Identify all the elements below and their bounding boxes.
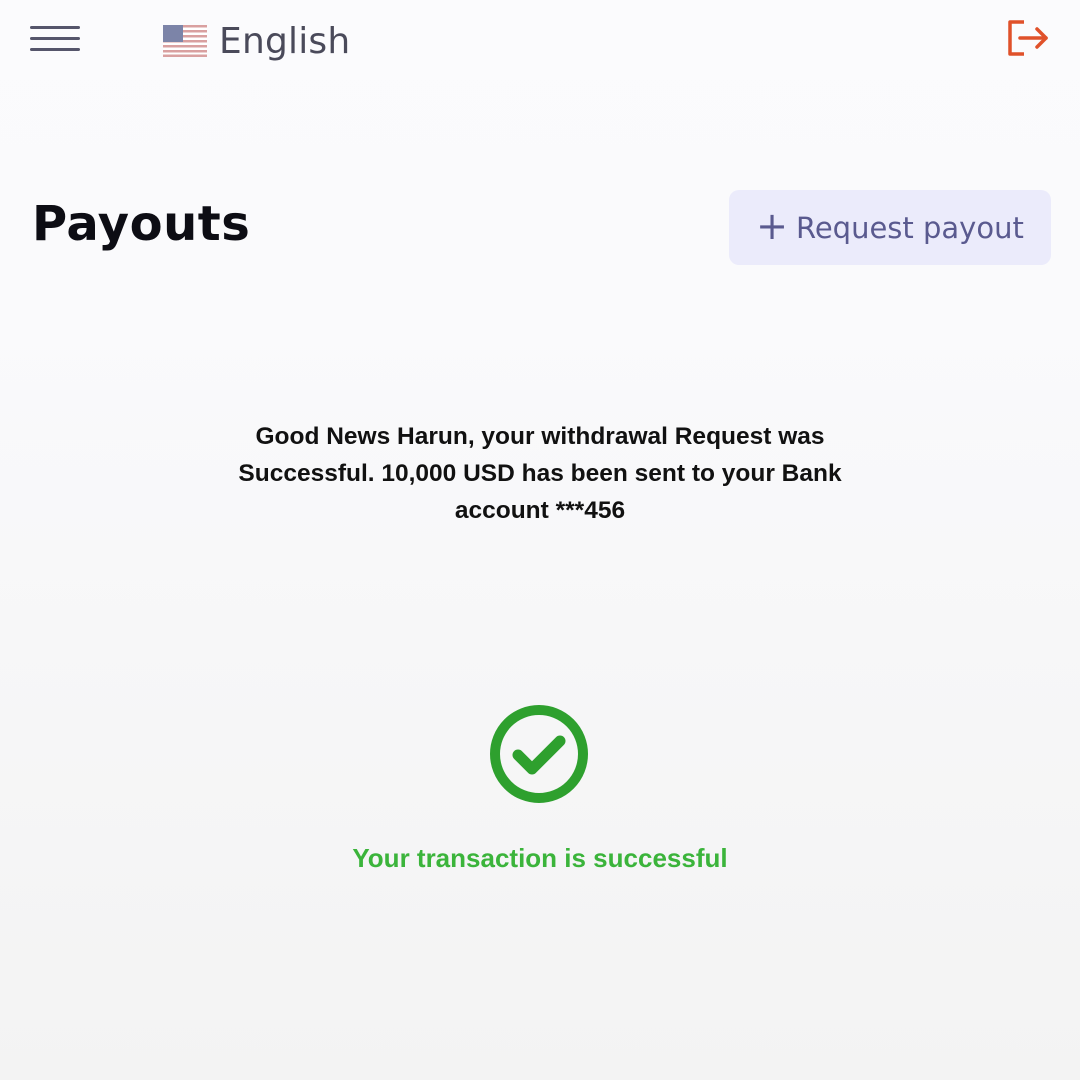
us-flag-icon bbox=[163, 25, 207, 57]
request-payout-label: Request payout bbox=[795, 210, 1024, 245]
language-label: English bbox=[219, 20, 351, 62]
menu-icon-bar bbox=[30, 26, 80, 29]
logout-icon bbox=[1008, 20, 1048, 56]
plus-icon: + bbox=[756, 203, 788, 248]
withdrawal-message: Good News Harun, your withdrawal Request… bbox=[238, 423, 842, 524]
page-title: Payouts bbox=[32, 196, 251, 252]
logout-button[interactable] bbox=[1004, 18, 1052, 58]
menu-button[interactable] bbox=[30, 24, 80, 54]
request-payout-button[interactable]: + Request payout bbox=[729, 190, 1051, 265]
transaction-status-text: Your transaction is successful bbox=[352, 843, 728, 873]
language-selector[interactable]: English bbox=[163, 18, 350, 64]
check-circle-icon bbox=[490, 705, 588, 803]
menu-icon-bar bbox=[30, 37, 80, 40]
menu-icon-bar bbox=[30, 48, 80, 51]
